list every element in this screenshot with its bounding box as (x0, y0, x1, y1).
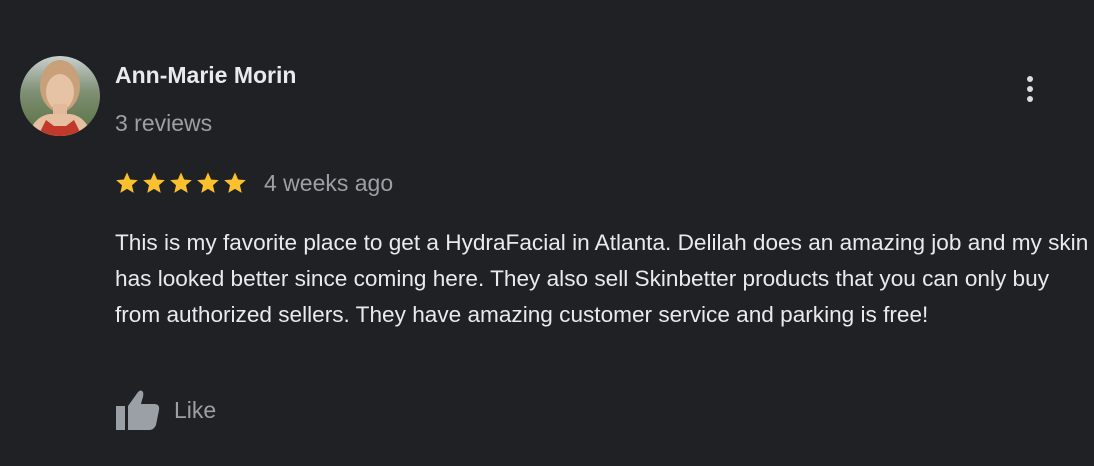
like-button[interactable]: Like (114, 388, 216, 432)
thumbs-up-icon (116, 390, 160, 430)
more-options-button[interactable] (1016, 72, 1044, 106)
star-rating (114, 170, 248, 196)
more-vert-icon (1027, 76, 1033, 82)
avatar-photo (20, 56, 100, 136)
author-name[interactable]: Ann-Marie Morin (115, 62, 296, 89)
more-vert-icon-dot (1027, 86, 1033, 92)
star-icon (116, 172, 138, 193)
rating-row: 4 weeks ago (114, 168, 393, 198)
star-icon (143, 172, 165, 193)
avatar[interactable] (20, 56, 100, 136)
star-icon (170, 172, 192, 193)
author-review-count: 3 reviews (115, 110, 213, 136)
more-vert-icon-dot (1027, 96, 1033, 102)
review-text: This is my favorite place to get a Hydra… (115, 230, 1089, 327)
like-label: Like (174, 396, 217, 423)
review-time: 4 weeks ago (264, 169, 394, 196)
star-icon (197, 172, 219, 193)
star-icon (224, 172, 246, 193)
